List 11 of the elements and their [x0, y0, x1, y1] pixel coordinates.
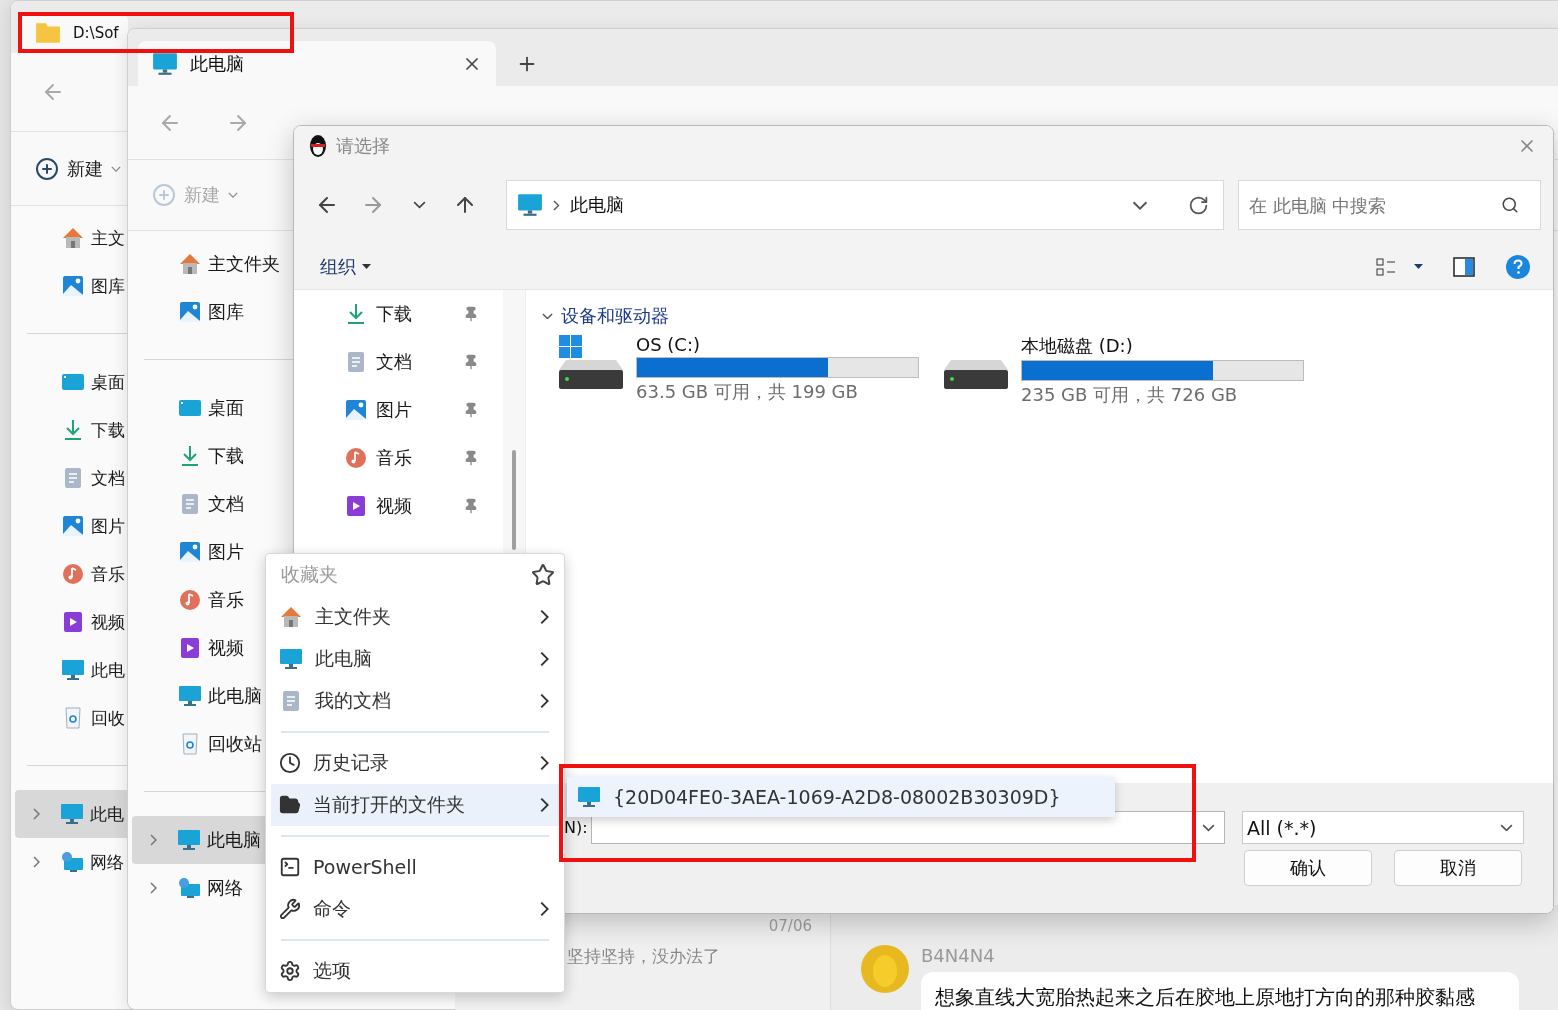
sender-name: B4N4N4	[921, 945, 996, 966]
drive-space: 235 GB 可用，共 726 GB	[1021, 383, 1239, 407]
dialog-title: 请选择	[336, 134, 391, 158]
drive-space: 63.5 GB 可用，共 199 GB	[636, 380, 859, 404]
message-bubble: 想象直线大宽胎热起来之后在胶地上原地打方向的那种胶黏感	[921, 972, 1519, 1010]
message-preview: 坚持坚持，没办法了	[567, 945, 721, 968]
filename-label: N):	[564, 818, 589, 837]
drive-name: OS (C:)	[636, 334, 701, 355]
message-date: 07/06	[768, 917, 812, 935]
drive-name: 本地磁盘 (D:)	[1021, 334, 1134, 358]
menu-header: 收藏夹	[281, 562, 338, 587]
